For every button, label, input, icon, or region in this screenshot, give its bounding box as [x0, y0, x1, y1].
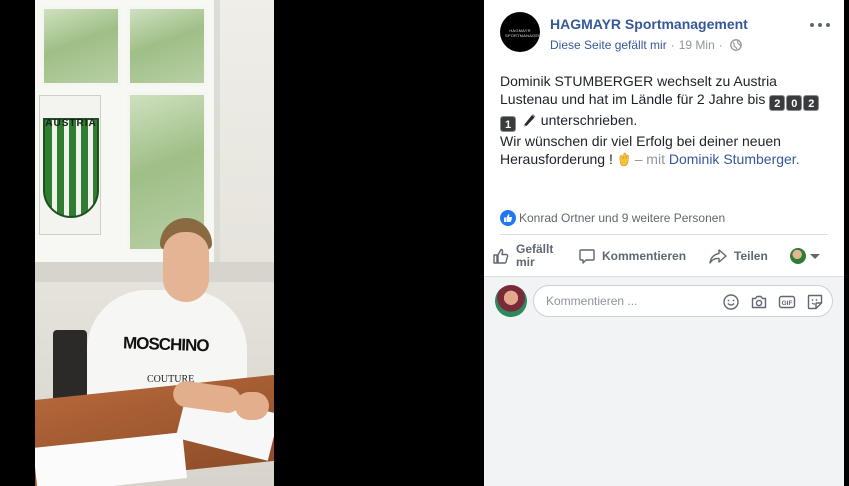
more-dot	[818, 23, 822, 27]
flag-text: AUSTRIA	[45, 118, 97, 129]
comment-bubble-icon	[579, 249, 595, 264]
svg-text:GIF: GIF	[782, 300, 793, 307]
viewer-edge	[844, 0, 849, 486]
comment-button[interactable]: Kommentieren	[578, 238, 686, 274]
camera-icon[interactable]	[750, 293, 768, 311]
post-message: Dominik STUMBERGER wechselt zu Austria L…	[500, 72, 830, 168]
sticker-icon[interactable]	[806, 293, 824, 311]
post-meta: Diese Seite gefällt mir · 19 Min ·	[550, 38, 742, 52]
share-label: Teilen	[734, 249, 768, 263]
identity-selector[interactable]	[790, 238, 820, 274]
post-line-2: Lustenau und hat im Ländle für 2 Jahre b…	[500, 90, 830, 111]
photo-viewer: AUSTRIA MOSCHINO COUTURE	[0, 0, 484, 486]
more-dot	[826, 23, 830, 27]
page-avatar[interactable]: HAGMAYR SPORTMANAGEMENT	[500, 12, 540, 52]
comment-box[interactable]: GIF	[533, 285, 833, 317]
post-line-1: Dominik STUMBERGER wechselt zu Austria	[500, 73, 777, 89]
post-timestamp[interactable]: 19 Min	[679, 38, 715, 52]
post-panel: HAGMAYR SPORTMANAGEMENT HAGMAYR Sportman…	[484, 0, 844, 486]
tagged-user-link[interactable]: Dominik Stumberger	[669, 151, 796, 167]
post-header: HAGMAYR SPORTMANAGEMENT HAGMAYR Sportman…	[500, 12, 830, 56]
window-sill	[35, 262, 274, 282]
shirt-print: MOSCHINO	[122, 333, 209, 356]
more-options-button[interactable]	[810, 18, 830, 32]
post-actions: Gefällt mir Kommentieren Teilen	[492, 238, 832, 274]
more-horizontal-icon	[810, 23, 814, 27]
page-name-link[interactable]: HAGMAYR Sportmanagement	[550, 16, 748, 32]
meta-separator-2: ·	[718, 38, 723, 52]
share-arrow-icon	[709, 249, 727, 264]
post-line-4: Wir wünschen dir viel Erfolg bei deiner …	[500, 133, 781, 149]
keycap-digit: 2	[803, 95, 820, 111]
like-label: Gefällt mir	[516, 242, 554, 269]
post-line-2-text: Lustenau und hat im Ländle für 2 Jahre b…	[500, 91, 766, 107]
club-crest	[43, 118, 99, 218]
tagged-suffix: .	[795, 151, 800, 167]
avatar	[790, 248, 806, 264]
comment-composer: GIF	[484, 277, 844, 486]
pen-icon	[523, 114, 536, 127]
post-line-5-text: Herausforderung !	[500, 151, 613, 167]
commenter-avatar[interactable]	[495, 285, 527, 317]
divider	[500, 234, 828, 235]
keycap-digit: 1	[500, 116, 516, 132]
globe-icon[interactable]	[729, 39, 742, 51]
post-line-3-text: unterschrieben.	[540, 112, 638, 128]
caret-down-icon	[810, 253, 820, 259]
person-hand	[235, 392, 269, 420]
like-page-link[interactable]: Diese Seite gefällt mir	[550, 38, 667, 52]
keycap-digit: 0	[786, 95, 803, 111]
gif-icon[interactable]: GIF	[778, 293, 796, 311]
post-line-5: Herausforderung ! – mit Dominik Stumberg…	[500, 150, 830, 168]
thumbs-up-icon	[493, 248, 509, 264]
keycap-digit: 2	[769, 95, 786, 111]
comment-input[interactable]	[546, 293, 716, 309]
ok-hand-icon	[619, 152, 629, 167]
post-line-3: 1 unterschrieben.	[500, 111, 830, 132]
comment-label: Kommentieren	[602, 249, 687, 263]
post-photo[interactable]: AUSTRIA MOSCHINO COUTURE	[35, 0, 274, 486]
with-prefix: – mit	[634, 151, 665, 167]
meta-separator: ·	[670, 38, 675, 52]
reactions-bar[interactable]: Konrad Ortner und 9 weitere Personen	[500, 208, 830, 228]
like-reaction-icon	[500, 210, 516, 226]
like-button[interactable]: Gefällt mir	[492, 238, 570, 274]
emoji-icon[interactable]	[722, 293, 740, 311]
share-button[interactable]: Teilen	[708, 238, 768, 274]
page-logo-text: HAGMAYR SPORTMANAGEMENT	[505, 28, 540, 38]
reactions-text: Konrad Ortner und 9 weitere Personen	[519, 211, 726, 225]
person-head	[163, 232, 209, 302]
